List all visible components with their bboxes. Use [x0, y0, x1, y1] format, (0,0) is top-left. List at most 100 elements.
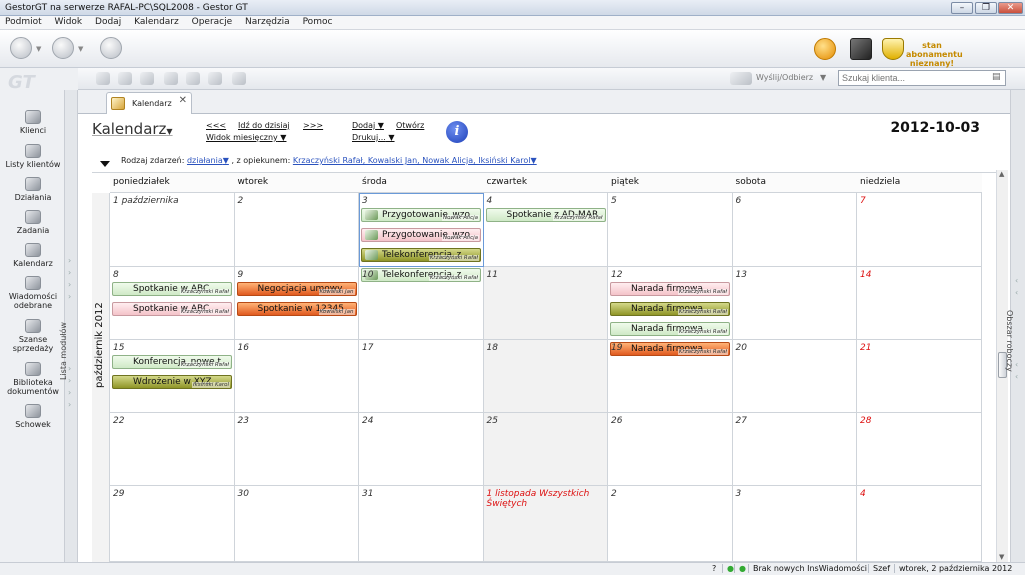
- group-icon[interactable]: [140, 72, 154, 85]
- day-cell[interactable]: 11: [483, 267, 608, 340]
- day-cell[interactable]: 6: [732, 193, 857, 267]
- calendar-event[interactable]: Spotkanie w ABC Krzaczyński Rafał: [112, 302, 232, 316]
- mail-receive-icon[interactable]: [52, 37, 74, 59]
- day-cell[interactable]: 28: [857, 413, 982, 486]
- day-cell[interactable]: 9 Negocjacja umowy Kowalski Jan Spotkanie w…: [234, 267, 359, 340]
- day-cell[interactable]: 17: [359, 340, 484, 413]
- day-cell[interactable]: 1 października: [110, 193, 235, 267]
- task-icon[interactable]: [186, 72, 200, 85]
- tab-kalendarz[interactable]: Kalendarz ✕: [106, 92, 192, 114]
- sidebar-item-zadania[interactable]: Zadania: [2, 210, 64, 235]
- menu-kalendarz[interactable]: Kalendarz: [129, 16, 184, 28]
- event-type-select[interactable]: działania▼: [187, 156, 229, 165]
- sidebar-item-dzialania[interactable]: Działania: [2, 177, 64, 202]
- tab-close-icon[interactable]: ✕: [179, 95, 187, 106]
- prev-month-link[interactable]: <<<: [206, 121, 226, 130]
- search-client-input[interactable]: [838, 70, 1006, 86]
- sidebar-item-listy-klientow[interactable]: Listy klientów: [2, 144, 64, 169]
- day-cell[interactable]: 16: [234, 340, 359, 413]
- day-cell[interactable]: 29: [110, 486, 235, 562]
- sidebar-item-klienci[interactable]: Klienci: [2, 110, 64, 135]
- owner-select[interactable]: Krzaczyński Rafał, Kowalski Jan, Nowak A…: [293, 156, 537, 165]
- calendar-event[interactable]: Spotkanie z AD-MARKrzaczyński Rafał: [485, 208, 606, 222]
- day-cell[interactable]: 25: [483, 413, 608, 486]
- chevron-down-icon[interactable]: ▼: [78, 45, 83, 53]
- day-cell[interactable]: 10: [359, 267, 484, 340]
- day-cell[interactable]: 14: [857, 267, 982, 340]
- calendar-event[interactable]: Wdrożenie w XYZ Iksiński Karol: [112, 375, 232, 389]
- collapse-triangle-icon[interactable]: [100, 161, 110, 167]
- scroll-up-icon[interactable]: ▲: [999, 170, 1004, 178]
- workspace-strip[interactable]: ‹ ‹ ‹ ‹ Obszar roboczy: [1005, 90, 1025, 562]
- menu-narzedzia[interactable]: Narzędzia: [240, 16, 295, 28]
- day-cell[interactable]: 30: [234, 486, 359, 562]
- sidebar-item-biblioteka[interactable]: Biblioteka dokumentów: [2, 362, 64, 396]
- person-icon[interactable]: [96, 72, 110, 85]
- day-cell[interactable]: 8 Spotkanie w ABC Krzaczyński Rafał Spotkan…: [110, 267, 235, 340]
- sync-icon[interactable]: [100, 37, 122, 59]
- calendar-event[interactable]: Narada firmowa Krzaczyński Rafał: [610, 322, 730, 336]
- day-cell[interactable]: 26: [608, 413, 733, 486]
- day-cell[interactable]: 5: [608, 193, 733, 267]
- day-cell[interactable]: 12 Narada firmowa Krzaczyński Rafał Narada …: [608, 267, 733, 356]
- print-button[interactable]: Drukuj... ▼: [352, 133, 395, 142]
- send-receive-icon[interactable]: [730, 72, 752, 85]
- menu-pomoc[interactable]: Pomoc: [298, 16, 338, 28]
- help-icon[interactable]: ?: [708, 564, 716, 573]
- eraser-icon[interactable]: [232, 72, 246, 85]
- info-icon[interactable]: i: [446, 121, 468, 143]
- sun-icon[interactable]: [814, 38, 836, 60]
- sidebar-item-szanse[interactable]: Szanse sprzedaży: [2, 319, 64, 353]
- next-month-link[interactable]: >>>: [303, 121, 323, 130]
- sidebar-item-schowek[interactable]: Schowek: [2, 404, 64, 429]
- menu-operacje[interactable]: Operacje: [187, 16, 238, 28]
- day-cell[interactable]: 20: [732, 340, 857, 413]
- day-cell[interactable]: 2: [234, 193, 359, 267]
- calendar-event[interactable]: Spotkanie w ABC Krzaczyński Rafał: [112, 282, 232, 296]
- chevron-down-icon[interactable]: ▼: [820, 73, 826, 82]
- person-add-icon[interactable]: [118, 72, 132, 85]
- subscription-status[interactable]: stan abonamentu nieznany!: [906, 41, 963, 68]
- calendar-event[interactable]: Negocjacja umowy Kowalski Jan: [236, 282, 357, 296]
- note-icon[interactable]: [208, 72, 222, 85]
- today-link[interactable]: Idź do dzisiaj: [238, 121, 290, 130]
- day-cell[interactable]: 4 Spotkanie z AD-MARKrzaczyński Rafał: [483, 193, 608, 267]
- day-cell[interactable]: 3 Przygotowanie_wzo Nowak Alicja Przygotowa…: [359, 193, 484, 282]
- menu-podmiot[interactable]: Podmiot: [0, 16, 47, 28]
- maximize-button[interactable]: ❐: [975, 2, 997, 14]
- activity-icon[interactable]: [164, 72, 178, 85]
- day-cell[interactable]: 19: [608, 340, 733, 413]
- day-cell[interactable]: 13: [732, 267, 857, 340]
- day-cell[interactable]: 31: [359, 486, 484, 562]
- day-cell[interactable]: 15 Konferencja_nowe t Krzaczyński Rafał Wdr…: [110, 340, 235, 413]
- calendar-event[interactable]: Telekonferencja_z Krzaczyński Rafał: [361, 248, 481, 262]
- add-button[interactable]: Dodaj ▼: [352, 121, 384, 130]
- open-button[interactable]: Otwórz: [396, 121, 424, 130]
- cube-icon[interactable]: [850, 38, 872, 60]
- calendar-event[interactable]: Przygotowanie_wzo Nowak Alicja: [361, 208, 481, 222]
- shield-warning-icon[interactable]: [882, 38, 904, 60]
- day-cell[interactable]: 24: [359, 413, 484, 486]
- day-cell[interactable]: 7: [857, 193, 982, 267]
- module-list-strip[interactable]: › › › › › › › › Lista modułów: [59, 90, 78, 565]
- minimize-button[interactable]: –: [951, 2, 973, 14]
- sidebar-item-kalendarz[interactable]: Kalendarz: [2, 243, 64, 268]
- calendar-event[interactable]: Konferencja_nowe t Krzaczyński Rafał: [112, 355, 232, 369]
- close-window-button[interactable]: ✕: [998, 2, 1023, 14]
- calendar-event[interactable]: Spotkanie w 12345 Kowalski Jan: [236, 302, 357, 316]
- day-cell[interactable]: 4: [857, 486, 982, 562]
- menu-widok[interactable]: Widok: [50, 16, 88, 28]
- day-cell[interactable]: 22: [110, 413, 235, 486]
- day-cell[interactable]: 21: [857, 340, 982, 413]
- day-cell[interactable]: 2: [608, 486, 733, 562]
- view-select[interactable]: Widok miesięczny ▼: [206, 133, 286, 142]
- day-cell[interactable]: 1 listopada Wszystkich Świętych: [483, 486, 608, 562]
- send-receive-button[interactable]: Wyślij/Odbierz: [756, 73, 813, 82]
- menu-dodaj[interactable]: Dodaj: [90, 16, 126, 28]
- sidebar-item-wiadomosci[interactable]: Wiadomości odebrane: [2, 276, 64, 310]
- day-cell[interactable]: 3: [732, 486, 857, 562]
- day-cell[interactable]: 27: [732, 413, 857, 486]
- day-cell[interactable]: 23: [234, 413, 359, 486]
- calendar-event[interactable]: Narada firmowa Krzaczyński Rafał: [610, 302, 730, 316]
- search-icon[interactable]: ▤: [992, 72, 1001, 82]
